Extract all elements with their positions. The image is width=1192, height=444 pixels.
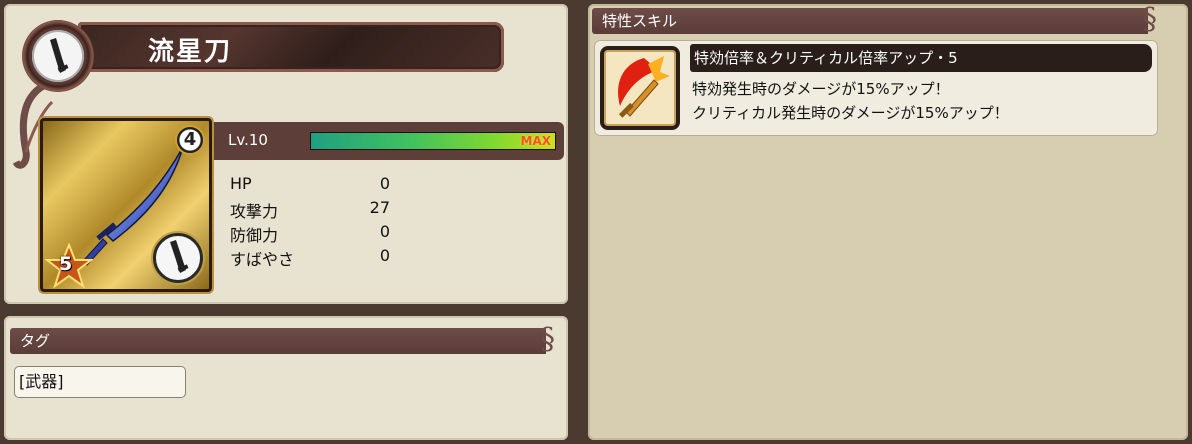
skill-desc-line-2: クリティカル発生時のダメージが15%アップ！ — [692, 104, 1009, 122]
sword-icon — [170, 240, 189, 273]
stat-name: すばやさ — [230, 250, 295, 269]
exp-track: MAX — [310, 132, 556, 150]
ribbon-curl-ornament: § — [540, 322, 555, 357]
flaming-sword-icon — [618, 56, 670, 118]
stat-name: 攻撃力 — [230, 202, 279, 221]
skill-card[interactable]: 特効倍率＆クリティカル倍率アップ・5 特効発生時のダメージが15%アップ！ クリ… — [594, 40, 1158, 136]
level-bar: Lv.10 MAX — [214, 122, 564, 160]
rank-badge: 4 — [175, 125, 205, 155]
weapon-card[interactable]: 4 5 — [40, 118, 212, 292]
skill-title: 特効倍率＆クリティカル倍率アップ・5 — [694, 49, 958, 67]
skill-panel: 特性スキル § 特効倍率＆クリティカル倍率アップ・5 特効発生時のダメージが15… — [588, 2, 1188, 440]
skill-icon-frame — [600, 46, 680, 130]
skill-desc-line-1: 特効発生時のダメージが15%アップ！ — [692, 80, 950, 98]
stat-row-speed: すばやさ 0 — [230, 246, 390, 270]
tag-label: [武器] — [19, 372, 64, 391]
stat-value: 0 — [379, 246, 390, 265]
title-bar: 流星刀 — [78, 22, 504, 72]
weapon-name: 流星刀 — [148, 37, 233, 67]
stat-row-defense: 防御力 0 — [230, 222, 390, 246]
tag-chip[interactable]: [武器] — [14, 366, 186, 398]
stat-value: 0 — [379, 222, 390, 241]
stat-value: 0 — [379, 174, 390, 193]
level-label: Lv.10 — [228, 131, 268, 149]
ribbon-curl-ornament: § — [1142, 2, 1157, 37]
skill-header: 特性スキル § — [592, 2, 1157, 37]
sword-icon — [50, 38, 69, 73]
stat-name: 防御力 — [230, 226, 279, 245]
stat-row-hp: HP 0 — [230, 174, 390, 198]
skill-title-bar: 特効倍率＆クリティカル倍率アップ・5 — [690, 44, 1152, 72]
stat-name: HP — [230, 174, 252, 193]
weapon-info-panel: 流星刀 4 5 Lv.10 MAX HP 0 攻撃力 27 防御力 0 すばやさ… — [4, 4, 568, 304]
tag-panel: タグ § [武器] — [4, 316, 568, 440]
weapon-type-icon — [153, 233, 203, 283]
weapon-title-banner: 流星刀 — [12, 12, 508, 169]
exp-fill — [311, 133, 555, 149]
weapon-type-badge — [22, 20, 94, 92]
exp-max-label: MAX — [520, 134, 551, 148]
tag-header: タグ § — [10, 322, 555, 357]
skill-header-label: 特性スキル — [602, 12, 678, 30]
star-count: 5 — [59, 253, 73, 275]
tag-header-label: タグ — [20, 332, 51, 350]
stat-row-attack: 攻撃力 27 — [230, 198, 390, 222]
stat-value: 27 — [369, 198, 390, 217]
